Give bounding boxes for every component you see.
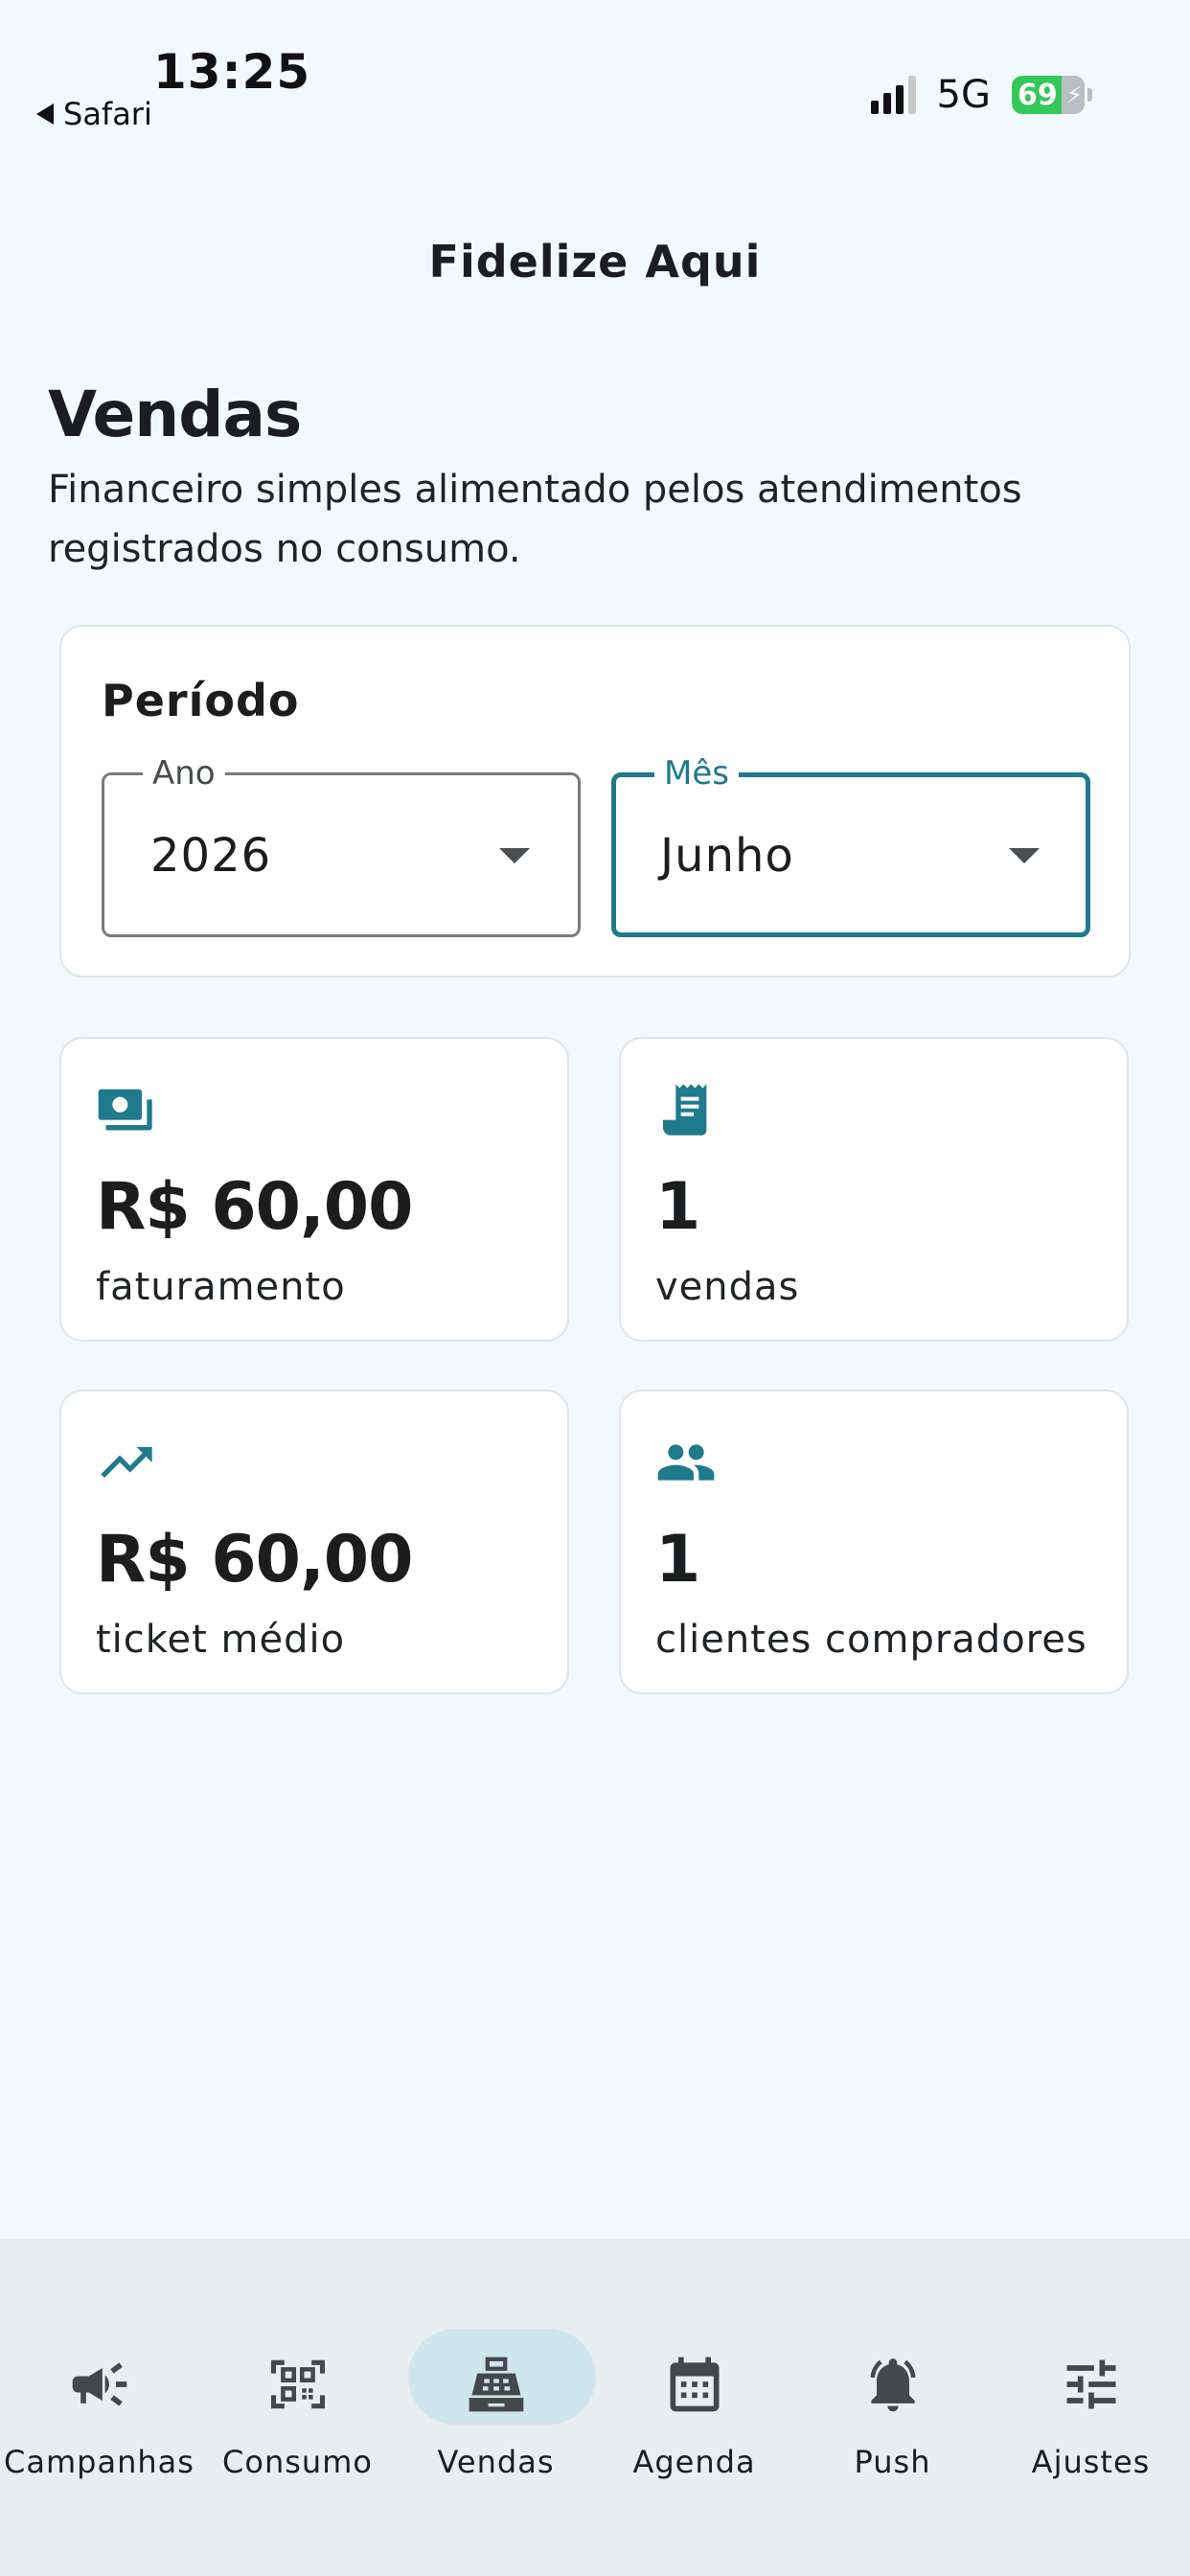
year-select-value: 2026 xyxy=(150,829,272,883)
nav-item-campanhas[interactable]: Campanhas xyxy=(0,2285,198,2480)
month-select-label: Mês xyxy=(654,754,739,793)
page-description: Financeiro simples alimentado pelos aten… xyxy=(48,468,1022,571)
stat-value: 1 xyxy=(655,1169,700,1245)
stat-card-buyers: 1 clientes compradores xyxy=(619,1390,1129,1694)
battery-level: 69 xyxy=(1018,78,1058,112)
nav-item-agenda[interactable]: Agenda xyxy=(595,2285,793,2480)
nav-item-ajustes[interactable]: Ajustes xyxy=(992,2285,1190,2480)
trending-up-icon xyxy=(101,1447,152,1478)
nav-label: Push xyxy=(854,2444,931,2480)
nav-label: Vendas xyxy=(437,2444,555,2480)
receipt-icon xyxy=(663,1084,707,1136)
bottom-nav: Campanhas Consumo Vendas Agenda Push Aju… xyxy=(0,2239,1190,2576)
bell-icon xyxy=(870,2358,916,2412)
stat-label: clientes compradores xyxy=(655,1618,1087,1662)
stat-value: 1 xyxy=(655,1522,700,1598)
back-arrow-icon xyxy=(36,104,54,125)
nav-item-push[interactable]: Push xyxy=(793,2285,992,2480)
stat-label: vendas xyxy=(655,1265,800,1309)
stat-label: faturamento xyxy=(96,1265,346,1309)
page-title: Vendas xyxy=(48,378,302,451)
people-icon xyxy=(657,1444,715,1481)
nav-label: Ajustes xyxy=(1031,2444,1151,2480)
megaphone-icon xyxy=(72,2362,127,2406)
qr-scan-icon xyxy=(270,2359,326,2409)
dropdown-arrow-icon xyxy=(499,848,530,863)
stat-value: R$ 60,00 xyxy=(96,1522,413,1598)
stat-value: R$ 60,00 xyxy=(96,1169,413,1245)
year-select[interactable]: Ano 2026 xyxy=(102,754,581,937)
nav-item-vendas[interactable]: Vendas xyxy=(397,2285,596,2480)
nav-label: Consumo xyxy=(222,2444,373,2480)
status-time: 13:25 xyxy=(153,44,311,100)
status-indicators: 5G 69 ⚡ xyxy=(870,73,1092,117)
nav-label: Agenda xyxy=(632,2444,756,2480)
period-card: Período Ano 2026 Mês Junho xyxy=(59,625,1131,978)
app-title: Fidelize Aqui xyxy=(428,236,762,288)
signal-icon xyxy=(870,76,916,114)
sliders-icon xyxy=(1066,2359,1116,2409)
cash-icon xyxy=(98,1089,152,1131)
calendar-icon xyxy=(670,2357,720,2412)
nav-item-consumo[interactable]: Consumo xyxy=(198,2285,397,2480)
cash-register-icon xyxy=(469,2357,524,2412)
year-select-label: Ano xyxy=(143,754,225,793)
stat-card-sales: 1 vendas xyxy=(619,1037,1129,1342)
period-title: Período xyxy=(102,675,300,726)
back-to-safari[interactable]: Safari xyxy=(36,96,152,132)
network-type: 5G xyxy=(936,73,991,117)
month-select-value: Junho xyxy=(660,829,794,883)
status-bar: 13:25 Safari 5G 69 ⚡ xyxy=(0,0,1190,144)
nav-label: Campanhas xyxy=(4,2444,195,2480)
month-select[interactable]: Mês Junho xyxy=(611,754,1090,937)
stat-card-revenue: R$ 60,00 faturamento xyxy=(59,1037,569,1342)
back-app-label: Safari xyxy=(63,96,152,132)
stat-card-average-ticket: R$ 60,00 ticket médio xyxy=(59,1390,569,1694)
dropdown-arrow-icon xyxy=(1009,848,1040,863)
battery-icon: 69 ⚡ xyxy=(1012,76,1092,114)
stat-label: ticket médio xyxy=(96,1618,346,1662)
